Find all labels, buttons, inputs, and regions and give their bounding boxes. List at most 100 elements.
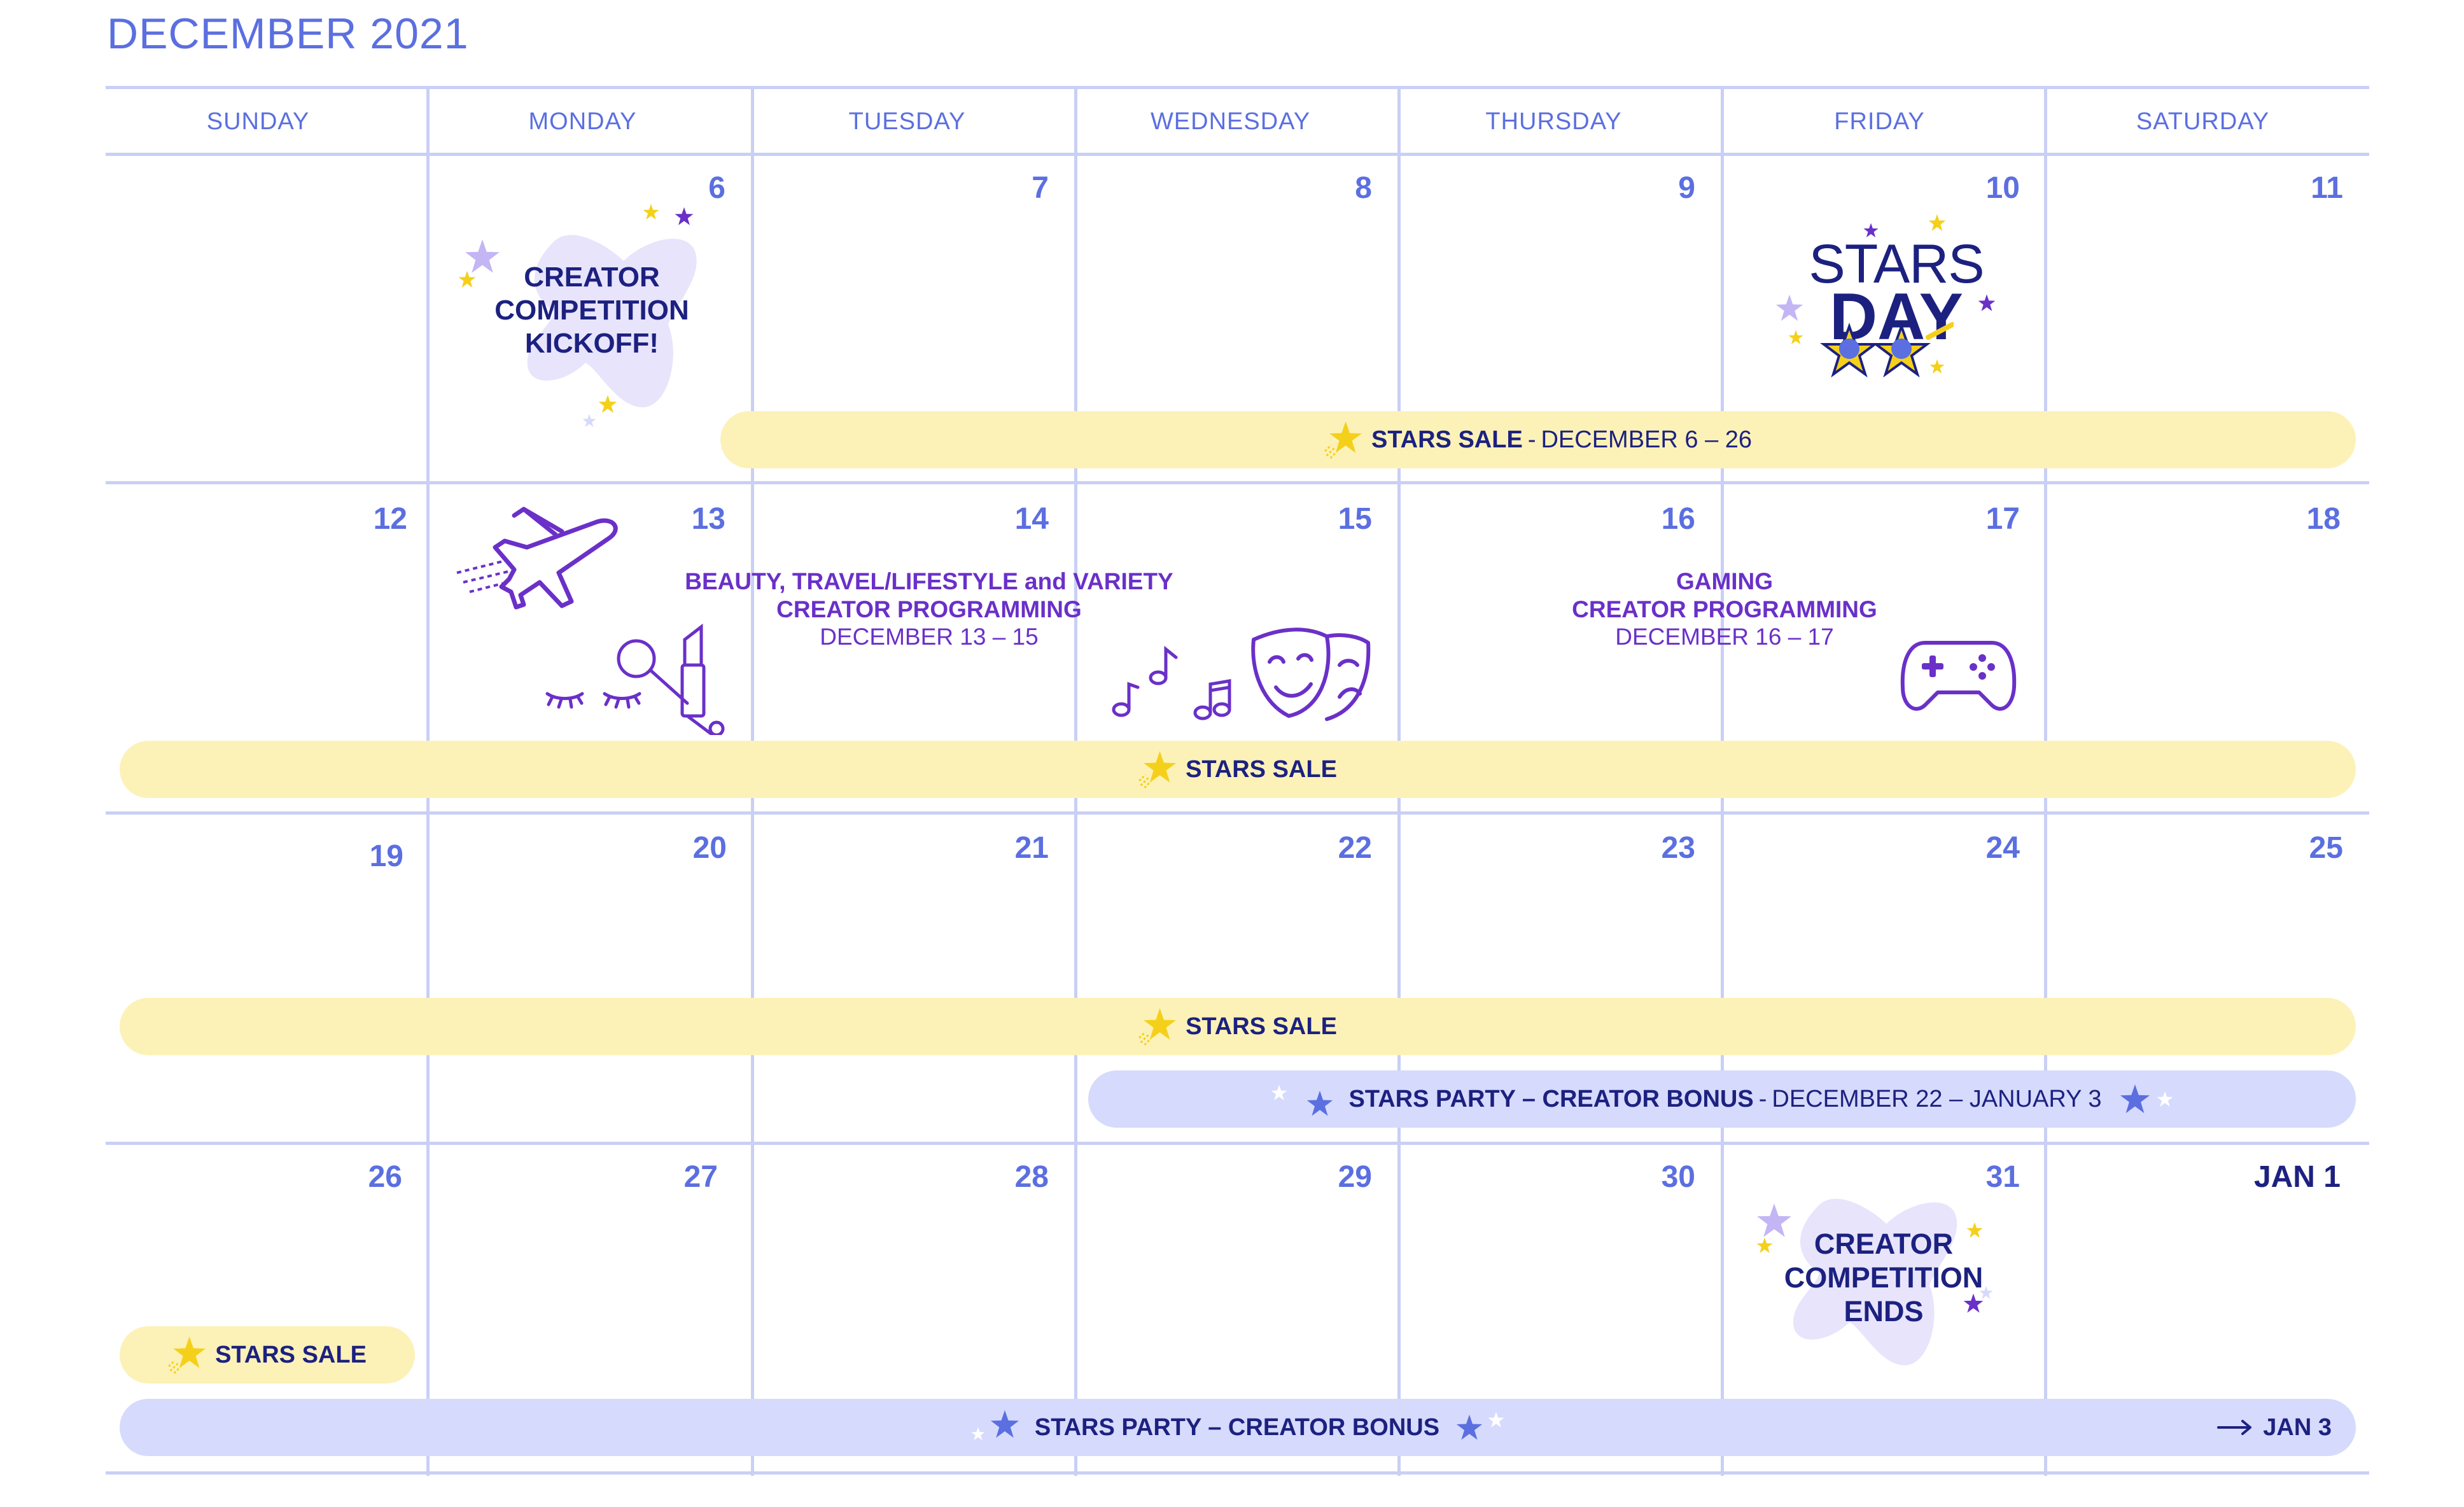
day-number[interactable]: 16 — [1619, 501, 1695, 536]
sale-label: STARS SALE — [215, 1341, 367, 1368]
party-end: JAN 3 — [2217, 1399, 2332, 1456]
shooting-star-icon — [168, 1336, 206, 1374]
day-number[interactable]: 17 — [1943, 501, 2020, 536]
day-number[interactable]: 20 — [650, 831, 727, 866]
calendar-title: DECEMBER 2021 — [107, 10, 469, 58]
star-icon — [582, 414, 596, 428]
star-icon — [1756, 1237, 1773, 1253]
star-icon — [1456, 1414, 1483, 1440]
grid-line — [106, 481, 2369, 484]
gaming-dates: DECEMBER 16 – 17 — [1615, 624, 1834, 650]
weekday-monday: MONDAY — [528, 108, 637, 135]
kickoff-title: CREATOR COMPETITION KICKOFF! — [494, 262, 689, 359]
day-number[interactable]: 6 — [649, 171, 725, 206]
sale-label: STARS SALE — [1186, 1013, 1337, 1040]
weekday-friday: FRIDAY — [1834, 108, 1925, 135]
star-icon — [675, 207, 694, 225]
star-icon — [643, 204, 659, 220]
day-number[interactable]: 9 — [1619, 171, 1695, 206]
party-end-label: JAN 3 — [2263, 1413, 2332, 1441]
stars-party-bar[interactable]: STARS PARTY – CREATOR BONUS JAN 3 — [120, 1399, 2356, 1456]
day-number[interactable]: 19 — [327, 839, 403, 874]
separator: - — [1527, 426, 1536, 453]
grid-line — [106, 153, 2369, 156]
stars-sale-bar[interactable]: STARS SALE — [120, 741, 2356, 798]
shooting-star-icon — [1324, 421, 1362, 459]
competition-ends-event[interactable]: CREATOR COMPETITION ENDS — [1744, 1171, 2024, 1387]
sale-label: STARS SALE — [1186, 755, 1337, 783]
day-number[interactable]: 29 — [1296, 1160, 1372, 1195]
gaming-event[interactable]: GAMING CREATOR PROGRAMMING DECEMBER 16 –… — [1438, 568, 2011, 651]
day-number[interactable]: 28 — [972, 1160, 1049, 1195]
day-number[interactable]: 14 — [972, 501, 1049, 536]
sale-label: STARS SALE — [1371, 426, 1523, 453]
star-icon — [1929, 359, 1945, 374]
day-number[interactable]: 7 — [972, 171, 1049, 206]
star-icon — [1307, 1090, 1333, 1116]
day-number-jan-1[interactable]: JAN 1 — [2175, 1160, 2341, 1195]
day-number[interactable]: 21 — [972, 831, 1049, 866]
day-number[interactable]: 15 — [1296, 501, 1372, 536]
airplane-icon — [456, 507, 618, 610]
day-number[interactable]: 25 — [2267, 831, 2343, 866]
stars-day-logo[interactable]: STARS DAY — [1769, 214, 2011, 388]
shooting-star-icon — [1138, 1008, 1177, 1046]
gaming-title-line1: GAMING — [1676, 568, 1774, 594]
star-icon — [1757, 1203, 1791, 1237]
grid-line — [106, 811, 2369, 815]
arrow-right-icon — [2217, 1420, 2252, 1435]
weekday-sunday: SUNDAY — [206, 108, 310, 135]
weekday-saturday: SATURDAY — [2136, 108, 2270, 135]
star-icon — [2120, 1084, 2150, 1114]
grid-line — [106, 86, 2369, 89]
weekday-wednesday: WEDNESDAY — [1150, 108, 1311, 135]
kickoff-event[interactable]: CREATOR COMPETITION KICKOFF! — [458, 204, 725, 445]
day-number[interactable]: 27 — [641, 1160, 718, 1195]
party-dates: DECEMBER 22 – JANUARY 3 — [1772, 1085, 2102, 1112]
star-icon — [990, 1410, 1019, 1438]
grid-line — [106, 1142, 2369, 1145]
day-number[interactable]: 24 — [1943, 831, 2020, 866]
party-label: STARS PARTY – CREATOR BONUS — [1348, 1085, 1754, 1112]
grid-line — [106, 1471, 2369, 1475]
stars-party-bar[interactable]: STARS PARTY – CREATOR BONUS - DECEMBER 2… — [1088, 1070, 2356, 1128]
day-number[interactable]: 22 — [1296, 831, 1372, 866]
star-icon — [971, 1427, 985, 1441]
day-number[interactable]: 30 — [1619, 1160, 1695, 1195]
star-icon — [2157, 1091, 2173, 1107]
sale-dates: DECEMBER 6 – 26 — [1541, 426, 1753, 453]
stars-sale-bar[interactable]: STARS SALE - DECEMBER 6 – 26 — [720, 411, 2356, 468]
day-number[interactable]: 8 — [1296, 171, 1372, 206]
star-icon — [1271, 1084, 1287, 1100]
star-icon — [1963, 1293, 1984, 1313]
stars-sale-bar[interactable]: STARS SALE — [120, 998, 2356, 1055]
beauty-title-line2: CREATOR PROGRAMMING — [776, 596, 1082, 622]
weekday-tuesday: TUESDAY — [848, 108, 966, 135]
music-notes-icon — [1112, 645, 1231, 720]
beauty-title-line1: BEAUTY, TRAVEL/LIFESTYLE and VARIETY — [685, 568, 1173, 594]
star-icon — [1775, 294, 1803, 321]
star-icon — [458, 270, 476, 288]
star-icon — [1788, 330, 1803, 345]
theater-masks-icon — [1251, 627, 1371, 721]
stars-sale-bar[interactable]: STARS SALE — [120, 1326, 415, 1384]
day-number[interactable]: 23 — [1619, 831, 1695, 866]
separator: - — [1758, 1085, 1767, 1112]
day-number[interactable]: 11 — [2267, 171, 2343, 206]
beauty-travel-event[interactable]: BEAUTY, TRAVEL/LIFESTYLE and VARIETY CRE… — [636, 568, 1222, 651]
star-icon — [1928, 214, 1946, 231]
day-number[interactable]: 10 — [1943, 171, 2020, 206]
star-icon — [1978, 294, 1996, 311]
star-icon — [1863, 223, 1879, 238]
beauty-dates: DECEMBER 13 – 15 — [820, 624, 1039, 650]
party-label: STARS PARTY – CREATOR BONUS — [1034, 1413, 1440, 1441]
shooting-star-icon — [1138, 751, 1177, 789]
day-number[interactable]: 18 — [2264, 501, 2341, 536]
star-icon — [1488, 1412, 1504, 1427]
day-number[interactable]: 26 — [326, 1160, 402, 1195]
gaming-title-line2: CREATOR PROGRAMMING — [1572, 596, 1877, 622]
day-number[interactable]: 12 — [331, 501, 407, 536]
star-icon — [598, 395, 617, 413]
star-icon — [465, 239, 500, 273]
day-number[interactable]: 13 — [649, 501, 725, 536]
